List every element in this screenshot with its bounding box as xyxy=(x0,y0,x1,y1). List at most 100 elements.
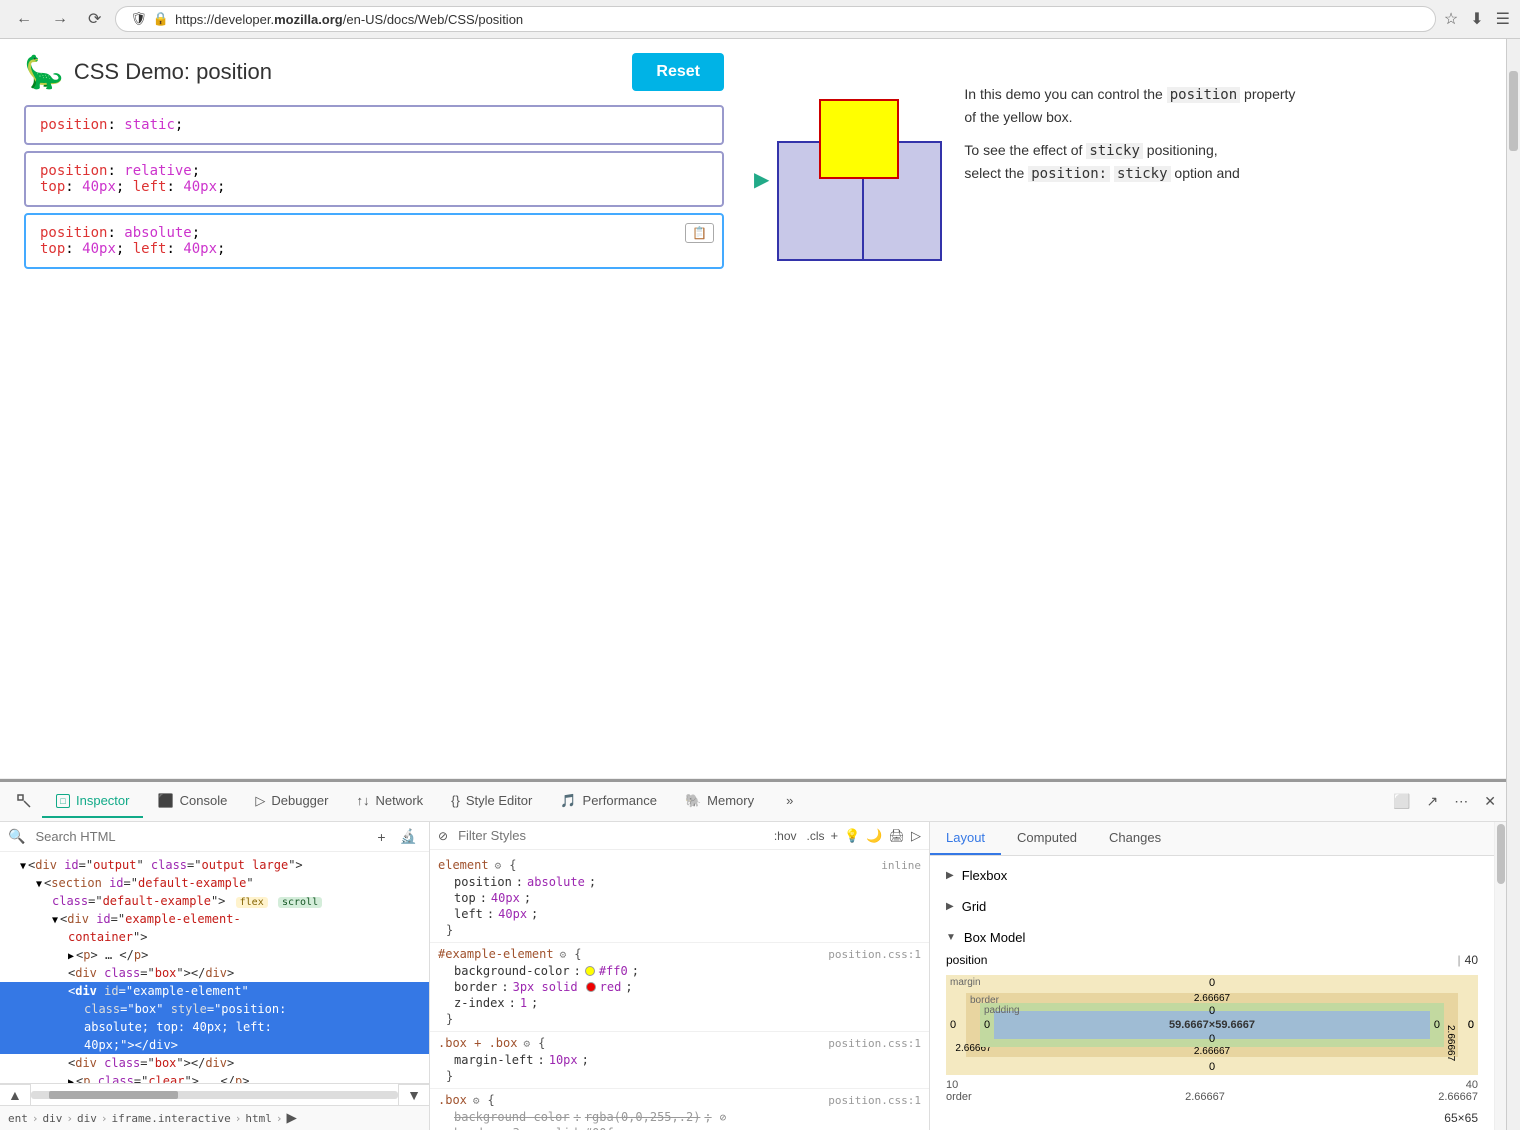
bookmark-icon[interactable]: ☆ xyxy=(1444,9,1458,29)
overflow-icon-2[interactable]: ⊘ xyxy=(633,1127,640,1131)
bc-iframe[interactable]: iframe.interactive xyxy=(112,1112,231,1125)
tab-network[interactable]: ↑↓ Network xyxy=(342,785,437,818)
html-line-example-element-class[interactable]: class="box" style="position: xyxy=(0,1000,429,1018)
css-prop-border-box[interactable]: border : 3px solid #00f ; ⊘ xyxy=(438,1125,921,1130)
tab-computed[interactable]: Computed xyxy=(1001,822,1093,855)
bc-html[interactable]: html xyxy=(245,1112,272,1125)
html-line-example-element-end[interactable]: 40px;"></div> xyxy=(0,1036,429,1054)
prop-val-absolute: absolute xyxy=(124,225,191,241)
tab-changes[interactable]: Changes xyxy=(1093,822,1177,855)
box-selector-text: .box xyxy=(438,1093,467,1107)
shield-icon: 🛡 xyxy=(130,11,147,27)
html-line-p1[interactable]: ▶<p> … </p> xyxy=(0,946,429,964)
bm-margin-layer: margin 0 0 0 0 0 border xyxy=(946,975,1478,1075)
html-content: ▼<div id="output" class="output large"> … xyxy=(0,852,429,1083)
position-css-origin-3: position.css:1 xyxy=(828,1094,921,1107)
color-dot-red xyxy=(586,982,596,992)
arrow-right: ▶ xyxy=(754,167,769,192)
layout-panel-scrollbar[interactable] xyxy=(1494,822,1506,1130)
css-prop-border[interactable]: border : 3px solid red ; xyxy=(438,979,921,995)
html-search-input[interactable] xyxy=(31,827,367,846)
code-box-absolute[interactable]: 📋 position: absolute; top: 40px; left: 4… xyxy=(24,213,724,269)
html-line-div-output[interactable]: ▼<div id="output" class="output large"> xyxy=(0,856,429,874)
bm-left-side-val: 2.66667 xyxy=(1438,1091,1478,1103)
example-gear-icon[interactable]: ⚙ xyxy=(560,948,567,961)
html-line-example-element-style[interactable]: absolute; top: 40px; left: xyxy=(0,1018,429,1036)
performance-icon: 🎵 xyxy=(560,793,576,809)
box-plus-gear-icon[interactable]: ⚙ xyxy=(523,1037,530,1050)
reset-button[interactable]: Reset xyxy=(632,53,724,91)
reload-button[interactable]: ⟳ xyxy=(82,7,107,31)
prop-top-val-3: 40px xyxy=(82,241,116,257)
back-button[interactable]: ← xyxy=(10,8,38,30)
forward-button[interactable]: → xyxy=(46,8,74,30)
hov-button[interactable]: :hov xyxy=(774,829,797,843)
html-line-example-element[interactable]: <div id="example-element" xyxy=(0,982,429,1000)
css-filter-input[interactable] xyxy=(454,826,768,845)
bc-expand[interactable]: ▶ xyxy=(286,1110,296,1126)
overflow-icon-1[interactable]: ⊘ xyxy=(720,1111,727,1124)
undock-button[interactable]: ↗ xyxy=(1423,789,1443,814)
browser-chrome: ← → ⟳ 🛡 🔒 https://developer.mozilla.org/… xyxy=(0,0,1520,39)
more-options-button[interactable]: ⋯ xyxy=(1450,789,1472,814)
html-line-div-container[interactable]: ▼<div id="example-element- xyxy=(0,910,429,928)
html-line-p-clear[interactable]: ▶<p class="clear"> … </p> xyxy=(0,1072,429,1083)
css-prop-margin-left[interactable]: margin-left : 10px ; xyxy=(438,1052,921,1068)
tab-element-picker[interactable] xyxy=(6,785,42,819)
dark-icon[interactable]: 🌙 xyxy=(866,828,882,844)
flexbox-header[interactable]: ▶ Flexbox xyxy=(938,864,1486,887)
html-line-div-box3[interactable]: <div class="box"></div> xyxy=(0,1054,429,1072)
scroll-up-button[interactable]: ▲ xyxy=(0,1084,31,1105)
prop-left-val-3: 40px xyxy=(183,241,217,257)
html-line-div-box1[interactable]: <div class="box"></div> xyxy=(0,964,429,982)
html-line-section-class[interactable]: class="default-example"> flex scroll xyxy=(0,892,429,910)
tab-inspector[interactable]: □ Inspector xyxy=(42,785,143,818)
css-prop-bg-color[interactable]: background-color : #ff0 ; xyxy=(438,963,921,979)
dock-button[interactable]: ⬜ xyxy=(1389,789,1414,814)
close-devtools-button[interactable]: ✕ xyxy=(1480,789,1500,814)
pick-element-button[interactable]: 🔬 xyxy=(396,826,421,847)
copy-button[interactable]: 📋 xyxy=(685,223,714,243)
bm-padding-bottom: 0 xyxy=(1209,1033,1215,1045)
tab-performance[interactable]: 🎵 Performance xyxy=(546,785,671,819)
page-scrollbar[interactable] xyxy=(1506,39,1520,1130)
tab-layout[interactable]: Layout xyxy=(930,822,1001,855)
tab-debugger[interactable]: ▷ Debugger xyxy=(241,785,342,819)
tab-memory[interactable]: 🐘 Memory xyxy=(671,785,768,819)
cls-button[interactable]: .cls xyxy=(807,829,825,843)
bm-val-10: 10 xyxy=(946,1079,958,1091)
css-prop-left-1[interactable]: left : 40px ; xyxy=(438,906,921,922)
code-box-relative[interactable]: position: relative; top: 40px; left: 40p… xyxy=(24,151,724,207)
bm-content-size: 59.6667×59.6667 xyxy=(1169,1019,1255,1031)
print-icon[interactable]: 🖨 xyxy=(888,828,905,844)
html-line-section[interactable]: ▼<section id="default-example" xyxy=(0,874,429,892)
bc-div1[interactable]: div xyxy=(43,1112,63,1125)
tab-more[interactable]: » xyxy=(772,785,807,818)
light-icon[interactable]: 💡 xyxy=(844,828,860,844)
css-prop-position-1[interactable]: position : absolute ; xyxy=(438,874,921,890)
pocket-icon[interactable]: ⬇ xyxy=(1470,9,1483,29)
css-prop-top-1[interactable]: top : 40px ; xyxy=(438,890,921,906)
element-gear-icon[interactable]: ⚙ xyxy=(495,859,502,872)
grid-header[interactable]: ▶ Grid xyxy=(938,895,1486,918)
css-prop-bg-color-box[interactable]: background-color : rgba(0,0,255,.2) ; ⊘ xyxy=(438,1109,921,1125)
css-prop-z-index[interactable]: z-index : 1 ; xyxy=(438,995,921,1011)
tab-console[interactable]: ⬛ Console xyxy=(143,785,241,819)
bc-ent[interactable]: ent xyxy=(8,1112,28,1125)
code-box-static[interactable]: position: static; xyxy=(24,105,724,145)
html-line-container-close[interactable]: container"> xyxy=(0,928,429,946)
bm-val-40: 40 xyxy=(1466,1079,1478,1091)
media-icon[interactable]: ▷ xyxy=(911,828,921,844)
add-rule-button[interactable]: + xyxy=(831,828,839,843)
box-gear-icon[interactable]: ⚙ xyxy=(473,1094,480,1107)
horizontal-scrollbar[interactable] xyxy=(31,1091,398,1099)
add-node-button[interactable]: + xyxy=(373,827,389,847)
tab-style-editor[interactable]: {} Style Editor xyxy=(437,785,546,818)
scroll-down-button[interactable]: ▼ xyxy=(398,1084,429,1105)
nav-icons: ☆ ⬇ ☰ xyxy=(1444,9,1510,29)
menu-icon[interactable]: ☰ xyxy=(1496,9,1510,29)
address-bar[interactable]: 🛡 🔒 https://developer.mozilla.org/en-US/… xyxy=(115,6,1436,32)
filter-icon: ⊘ xyxy=(438,829,448,843)
bc-div2[interactable]: div xyxy=(77,1112,97,1125)
box-model-header[interactable]: ▼ Box Model xyxy=(938,926,1486,949)
